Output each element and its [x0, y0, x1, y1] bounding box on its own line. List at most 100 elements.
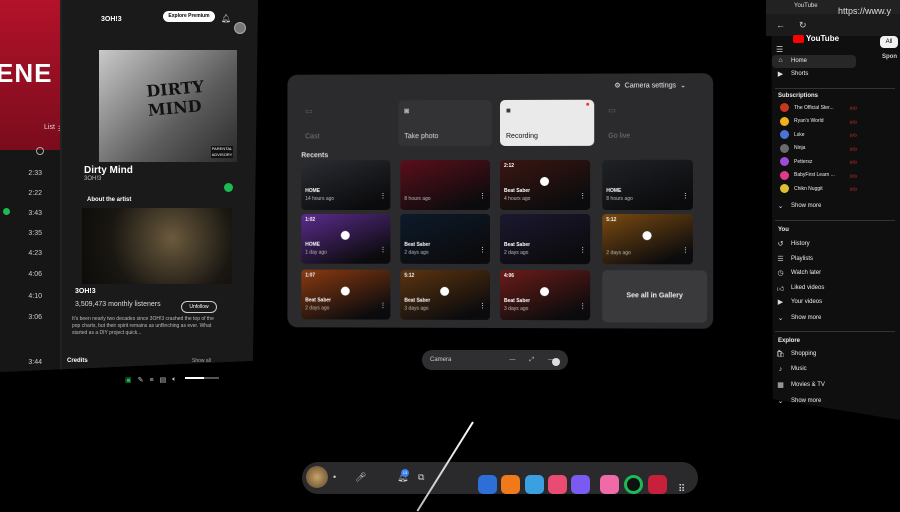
app-blue-icon[interactable]	[478, 475, 497, 494]
subscription-item[interactable]: Pettersz ((•))	[780, 157, 812, 166]
sidebar-item-film[interactable]: ▦ Movies & TV	[776, 381, 825, 389]
reload-icon[interactable]: ↻	[799, 20, 807, 31]
gallery-thumbnail[interactable]: 1:02 HOME 1 day ago ⋮	[301, 214, 390, 264]
status-dot-icon[interactable]: •	[333, 472, 336, 482]
resize-icon[interactable]: ⤢	[529, 357, 534, 364]
gallery-thumbnail[interactable]: Beat Saber 2 days ago ⋮	[500, 214, 590, 264]
sidebar-item-history[interactable]: ↺ History	[776, 240, 810, 248]
filter-chip-all[interactable]: All	[880, 36, 898, 48]
explore-premium-button[interactable]: Explore Premium	[163, 11, 215, 22]
spotify-app-icon[interactable]	[624, 475, 643, 494]
subscription-item[interactable]: Ryan's World ((•))	[780, 117, 823, 126]
show-all-link[interactable]: Show all	[192, 358, 211, 364]
live-indicator-icon: ((•))	[850, 132, 857, 137]
thumbnail-timestamp: 8 hours ago	[606, 196, 633, 202]
track-title[interactable]: Dirty Mind	[84, 165, 133, 176]
play-icon[interactable]	[341, 231, 350, 240]
app-blue-2-icon[interactable]	[525, 475, 544, 494]
camera-settings-button[interactable]: ⚙ Camera settings ⌄	[614, 81, 686, 89]
sidebar-item-thumbs-up[interactable]: 👍︎ Liked videos	[776, 284, 824, 293]
app-purple-icon[interactable]	[571, 475, 590, 494]
youtube-logo[interactable]: YouTube	[793, 34, 839, 43]
user-avatar[interactable]	[306, 466, 328, 488]
play-icon[interactable]	[540, 287, 549, 296]
list-view-label[interactable]: List	[44, 124, 55, 131]
sidebar-item-video[interactable]: ▶ Your videos	[776, 298, 822, 306]
show-more-you[interactable]: ⌄ Show more	[776, 314, 821, 322]
see-all-in-gallery-button[interactable]: See all in Gallery	[602, 270, 707, 323]
gallery-thumbnail[interactable]: 8 hours ago ⋮	[400, 160, 490, 210]
url-field[interactable]: https://www.y	[838, 6, 891, 16]
subscription-item[interactable]: Lske ((•))	[780, 130, 805, 139]
microphone-icon[interactable]: 🎤︎	[355, 472, 366, 483]
gallery-thumbnail[interactable]: 4:06 Beat Saber 3 days ago ⋮	[500, 270, 590, 320]
avatar[interactable]	[234, 22, 246, 34]
sidebar-item-playlist[interactable]: ☰ Playlists	[776, 255, 813, 263]
minimize-icon[interactable]: —	[509, 357, 515, 363]
subscription-item[interactable]: Chikn Nuggit ((•))	[780, 184, 823, 193]
saved-check-icon[interactable]	[224, 183, 233, 192]
gallery-thumbnail[interactable]: 2:12 Beat Saber 4 hours ago ⋮	[500, 160, 590, 210]
more-options-icon[interactable]: ⋮	[682, 246, 689, 254]
subscription-item[interactable]: The Official Ster... ((•))	[780, 103, 834, 112]
gallery-thumbnail[interactable]: 5:12 2 days ago ⋮	[602, 214, 693, 264]
browser-tab[interactable]: YouTube	[794, 3, 818, 9]
sidebar-item-clock[interactable]: ◷ Watch later	[776, 269, 821, 277]
camera-app-icon[interactable]	[548, 475, 567, 494]
gallery-thumbnail[interactable]: Beat Saber 2 days ago ⋮	[400, 214, 490, 264]
more-options-icon[interactable]: ⋮	[579, 192, 586, 200]
cast-icon[interactable]: ⧉	[418, 472, 424, 483]
more-options-icon[interactable]: ⋮	[479, 246, 486, 254]
microphone-icon[interactable]: ✎	[138, 376, 144, 384]
play-icon[interactable]	[643, 231, 652, 240]
mode-live[interactable]: ▭ Go live	[602, 99, 697, 145]
gallery-thumbnail[interactable]: HOME 14 hours ago ⋮	[301, 160, 390, 210]
subscriptions-heading[interactable]: Subscriptions	[778, 93, 818, 99]
more-options-icon[interactable]: ⋮	[379, 192, 386, 200]
artist-photo[interactable]	[82, 208, 232, 284]
more-options-icon[interactable]: ⋮	[479, 302, 486, 310]
sidebar-item-shorts[interactable]: ▶ Shorts	[776, 70, 808, 78]
mode-record[interactable]: ■ Recording	[500, 100, 594, 146]
beat-saber-app-icon[interactable]	[648, 475, 667, 494]
play-icon[interactable]	[341, 287, 350, 296]
sidebar-item-music[interactable]: ♪ Music	[776, 366, 807, 373]
show-more-explore[interactable]: ⌄ Show more	[776, 397, 821, 405]
more-options-icon[interactable]: ⋮	[379, 246, 386, 254]
lyrics-icon[interactable]: ▣	[125, 376, 132, 384]
unfollow-button[interactable]: Unfollow	[181, 301, 217, 313]
volume-fill	[185, 377, 204, 379]
app-pink-icon[interactable]	[600, 475, 619, 494]
more-options-icon[interactable]: ⋮	[379, 302, 386, 310]
device-icon[interactable]: ▤	[160, 376, 167, 384]
more-options-icon[interactable]: ⋮	[579, 302, 586, 310]
gallery-thumbnail[interactable]: 5:12 Beat Saber 3 days ago ⋮	[400, 270, 490, 320]
sidebar-item-home[interactable]: ⌂ Home	[776, 57, 807, 64]
mode-cast[interactable]: ▭ Cast	[299, 100, 392, 146]
hamburger-menu-icon[interactable]: ☰	[776, 45, 783, 54]
app-library-grid-icon[interactable]: ⠿	[678, 484, 685, 495]
show-more-subscriptions[interactable]: ⌄ Show more	[776, 202, 821, 210]
app-orange-icon[interactable]	[501, 475, 520, 494]
subscription-item[interactable]: Ninja ((•))	[780, 144, 805, 153]
subscription-item[interactable]: BabyFirst Learn ... ((•))	[780, 171, 835, 180]
play-icon[interactable]	[540, 177, 549, 186]
track-artist[interactable]: 3OH!3	[84, 176, 101, 182]
gallery-thumbnail[interactable]: HOME 8 hours ago ⋮	[602, 160, 693, 210]
film-icon: ▦	[776, 381, 785, 389]
channel-avatar	[780, 117, 789, 126]
queue-icon[interactable]: ≡	[150, 377, 154, 384]
more-options-icon[interactable]: ⋮	[579, 246, 586, 254]
you-heading[interactable]: You	[778, 227, 789, 233]
bell-icon[interactable]: 🔔︎	[221, 14, 231, 23]
more-options-icon[interactable]: ⋮	[682, 192, 689, 200]
play-icon[interactable]	[440, 287, 449, 296]
mode-camera[interactable]: ◙ Take photo	[398, 100, 492, 146]
volume-slider[interactable]	[185, 377, 219, 379]
back-arrow-icon[interactable]: ←	[776, 20, 785, 31]
gallery-thumbnail[interactable]: 1:07 Beat Saber 2 days ago ⋮	[301, 270, 390, 320]
volume-icon[interactable]: 🔈︎	[172, 376, 176, 384]
more-options-icon[interactable]: ⋮	[479, 192, 486, 200]
record-toggle-icon[interactable]	[552, 358, 560, 366]
sidebar-item-bag[interactable]: 🛍︎ Shopping	[776, 350, 816, 358]
